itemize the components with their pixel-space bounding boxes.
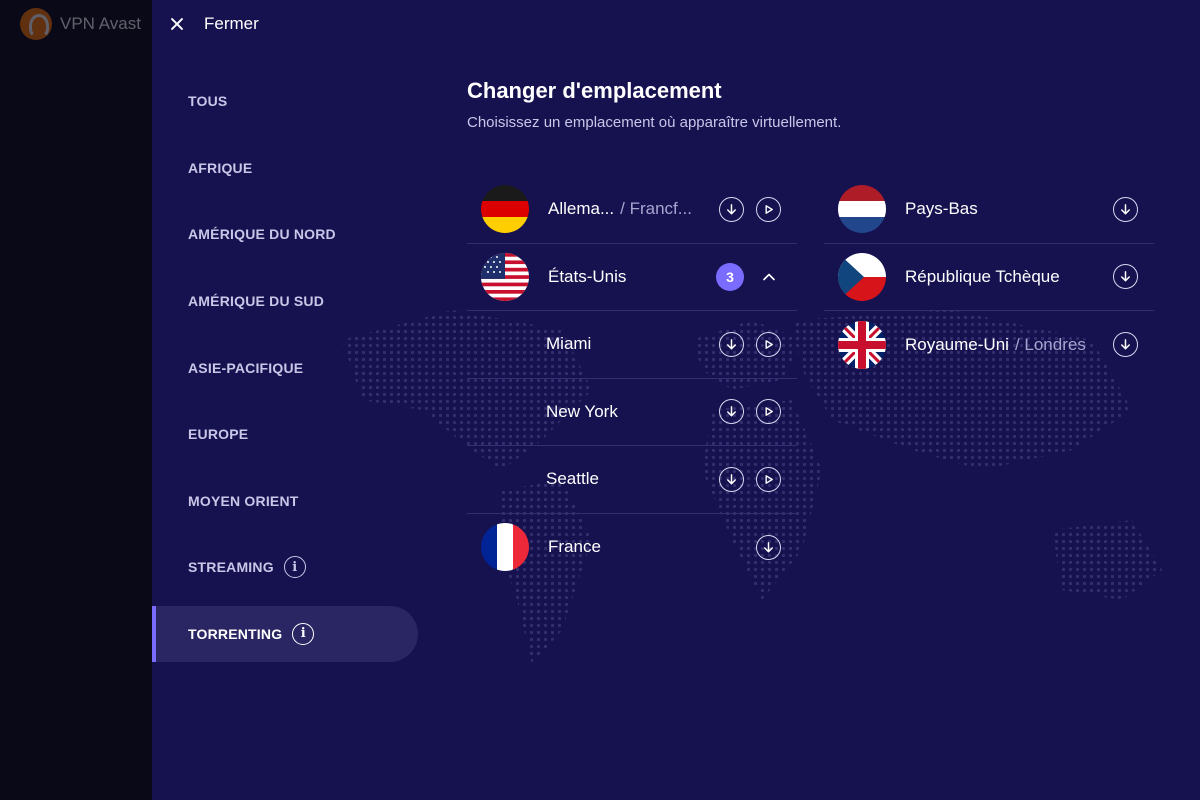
germany-flag-icon — [481, 185, 529, 234]
download-icon[interactable] — [719, 466, 744, 492]
sidebar-item-label: EUROPE — [188, 426, 249, 443]
sidebar-item-label: AFRIQUE — [188, 159, 253, 176]
country-name: France — [548, 537, 601, 557]
location-row-new-york[interactable]: New York — [467, 379, 797, 446]
play-icon[interactable] — [756, 331, 781, 357]
city-name: New York — [546, 401, 618, 421]
download-icon[interactable] — [719, 196, 744, 222]
play-icon[interactable] — [756, 399, 781, 425]
content-header: Changer d'emplacement Choisissez un empl… — [467, 78, 841, 131]
location-row-czech-republic[interactable]: République Tchèque — [824, 244, 1154, 311]
location-row-france[interactable]: France — [467, 514, 797, 582]
chevron-up-icon[interactable] — [756, 264, 781, 289]
location-row-uk[interactable]: Royaume-Uni / Londres — [824, 311, 1154, 379]
page-subtitle: Choisissez un emplacement où apparaître … — [467, 114, 842, 131]
location-row-usa[interactable]: États-Unis 3 — [467, 244, 797, 311]
avast-logo-icon — [20, 8, 52, 40]
sidebar-item-europe[interactable]: EUROPE — [152, 401, 418, 468]
city-name: / Londres — [1014, 334, 1086, 354]
sidebar-item-afrique[interactable]: AFRIQUE — [152, 135, 418, 202]
info-icon[interactable]: i — [283, 556, 306, 579]
close-icon — [168, 15, 186, 33]
download-icon[interactable] — [756, 534, 781, 560]
close-button[interactable]: Fermer — [168, 10, 259, 38]
download-icon[interactable] — [1113, 332, 1138, 358]
city-count-badge: 3 — [716, 262, 744, 291]
download-icon[interactable] — [1113, 196, 1138, 222]
region-sidebar: TOUS AFRIQUE AMÉRIQUE DU NORD AMÉRIQUE D… — [152, 68, 418, 662]
location-row-miami[interactable]: Miami — [467, 311, 797, 379]
info-icon[interactable]: i — [292, 622, 315, 645]
location-row-germany[interactable]: Allema... / Francf... — [467, 176, 797, 244]
sidebar-item-torrenting[interactable]: TORRENTING i — [152, 605, 418, 662]
play-icon[interactable] — [756, 196, 781, 222]
sidebar-item-label: TORRENTING — [188, 625, 283, 642]
czech-flag-icon — [838, 252, 886, 301]
sidebar-item-label: MOYEN ORIENT — [188, 492, 299, 509]
sidebar-item-tous[interactable]: TOUS — [152, 68, 418, 135]
sidebar-item-label: AMÉRIQUE DU SUD — [188, 293, 325, 310]
sidebar-item-label: STREAMING — [188, 559, 274, 576]
sidebar-item-moyen-orient[interactable]: MOYEN ORIENT — [152, 468, 418, 535]
country-name: Royaume-Uni — [905, 334, 1009, 354]
sidebar-item-label: ASIE-PACIFIQUE — [188, 359, 304, 376]
page-title: Changer d'emplacement — [467, 78, 722, 103]
sidebar-item-asie-pacifique[interactable]: ASIE-PACIFIQUE — [152, 334, 418, 401]
close-label: Fermer — [204, 14, 259, 33]
app-background-sidebar — [0, 0, 152, 800]
location-row-netherlands[interactable]: Pays-Bas — [824, 176, 1154, 244]
sidebar-item-amerique-du-sud[interactable]: AMÉRIQUE DU SUD — [152, 268, 418, 335]
sidebar-item-amerique-du-nord[interactable]: AMÉRIQUE DU NORD — [152, 201, 418, 268]
sidebar-item-label: AMÉRIQUE DU NORD — [188, 226, 336, 243]
location-list-right: Pays-Bas République Tchèque Royaume-Uni … — [824, 176, 1154, 379]
uk-flag-icon — [838, 320, 886, 369]
play-icon[interactable] — [756, 466, 781, 492]
sidebar-item-streaming[interactable]: STREAMING i — [152, 534, 418, 601]
sidebar-item-label: TOUS — [188, 93, 228, 110]
city-name: Miami — [546, 334, 592, 354]
france-flag-icon — [481, 523, 529, 572]
download-icon[interactable] — [719, 399, 744, 425]
location-list-left: Allema... / Francf... États-Unis 3 Miami… — [467, 176, 797, 581]
download-icon[interactable] — [1113, 264, 1138, 290]
country-name: Allema... — [548, 199, 615, 219]
country-name: Pays-Bas — [905, 199, 978, 219]
country-name: États-Unis — [548, 266, 627, 286]
netherlands-flag-icon — [838, 185, 886, 234]
country-name: République Tchèque — [905, 266, 1060, 286]
download-icon[interactable] — [719, 331, 744, 357]
app-logo: VPN Avast — [20, 8, 141, 40]
city-name: / Francf... — [620, 199, 692, 219]
change-location-panel: Fermer TOUS AFRIQUE AMÉRIQUE DU NORD AMÉ… — [152, 0, 1200, 800]
city-name: Seattle — [546, 469, 599, 489]
location-row-seattle[interactable]: Seattle — [467, 446, 797, 514]
usa-flag-icon — [481, 252, 529, 301]
app-name: VPN Avast — [60, 14, 141, 33]
